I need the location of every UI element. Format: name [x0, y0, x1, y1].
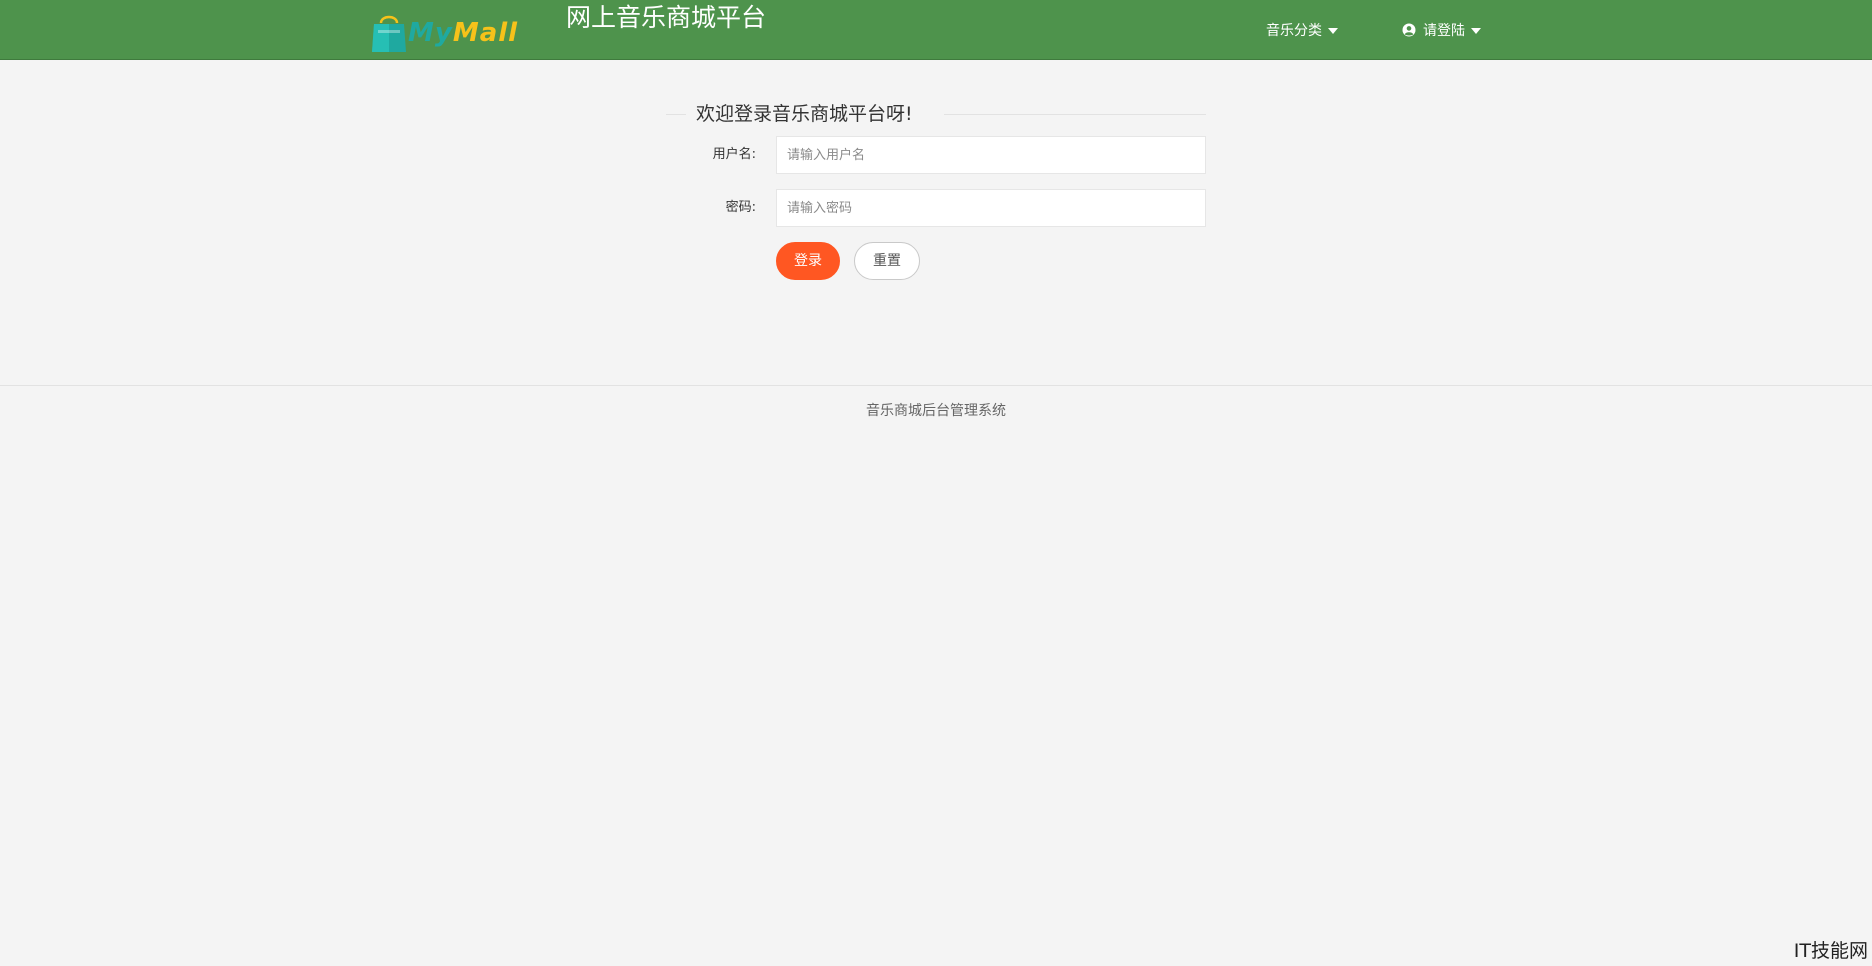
username-input[interactable] — [776, 136, 1206, 174]
username-row: 用户名: — [666, 136, 1206, 174]
top-navbar: MyMall 网上音乐商城平台 音乐分类 请登陆 — [0, 0, 1872, 60]
footer-text: 音乐商城后台管理系统 — [866, 403, 1006, 419]
logo-text-part2: Mall — [452, 18, 519, 48]
password-row: 密码: — [666, 189, 1206, 227]
legend-divider-left — [666, 114, 686, 115]
site-title: 网上音乐商城平台 — [566, 3, 767, 32]
site-logo[interactable]: MyMall — [372, 8, 517, 54]
login-form-legend: 欢迎登录音乐商城平台呀! — [666, 100, 1206, 128]
footer-divider — [0, 385, 1872, 386]
username-label: 用户名: — [712, 147, 756, 162]
reset-button[interactable]: 重置 — [854, 242, 920, 280]
nav-user-label: 请登陆 — [1423, 23, 1465, 39]
legend-divider-right — [944, 114, 1206, 115]
nav-music-category-label: 音乐分类 — [1266, 23, 1322, 39]
watermark-text: IT技能网 — [1793, 940, 1868, 962]
caret-down-icon — [1471, 28, 1481, 34]
password-label: 密码: — [725, 200, 756, 215]
nav-user-login-dropdown[interactable]: 请登陆 — [1402, 0, 1481, 60]
nav-music-category-dropdown[interactable]: 音乐分类 — [1266, 0, 1338, 60]
shopping-bag-icon — [372, 15, 406, 52]
logo-wordmark: MyMall — [408, 20, 518, 46]
logo-text-part1: My — [408, 18, 453, 48]
caret-down-icon — [1328, 28, 1338, 34]
user-circle-icon — [1402, 23, 1416, 37]
password-input[interactable] — [776, 189, 1206, 227]
login-button[interactable]: 登录 — [776, 242, 840, 280]
login-form-title: 欢迎登录音乐商城平台呀! — [696, 103, 913, 125]
